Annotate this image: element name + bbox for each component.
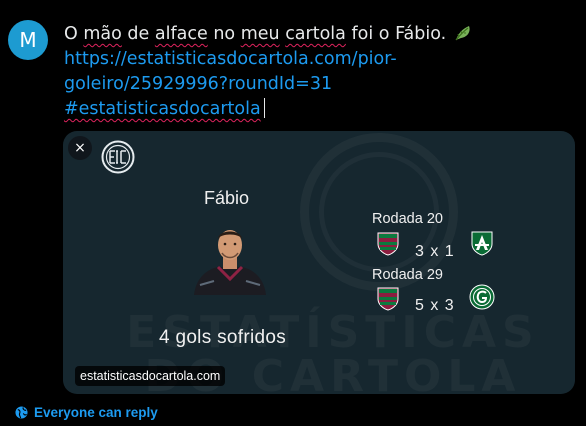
round-label: Rodada 20 — [372, 211, 443, 227]
word: alface — [154, 24, 208, 44]
word: foi — [351, 24, 374, 44]
goals-conceded: 4 gols sofridos — [159, 327, 287, 348]
match-score: 5 x 3 — [415, 297, 455, 314]
america-mg-badge-icon — [471, 231, 493, 256]
player-photo — [194, 230, 266, 295]
word: O — [64, 24, 78, 44]
word: cartola — [285, 24, 346, 44]
goias-badge-icon — [469, 284, 495, 310]
word: mão — [83, 24, 122, 44]
word: Fábio. — [395, 24, 447, 44]
fluminense-badge-icon — [377, 232, 399, 256]
player-name: Fábio — [204, 188, 250, 208]
user-avatar[interactable]: M — [8, 20, 48, 60]
match-score: 3 x 1 — [415, 243, 455, 260]
link-preview-card[interactable]: ESTATÍSTICASDO CARTOLA × Fábio 4 gols so… — [63, 131, 575, 394]
close-icon[interactable]: × — [68, 136, 92, 160]
lettuce-icon — [455, 26, 470, 41]
word: de — [127, 24, 150, 44]
globe-icon — [15, 406, 28, 419]
word: no — [213, 24, 236, 44]
fluminense-badge-icon — [377, 287, 399, 311]
site-logo-icon — [101, 140, 135, 174]
tweet-link[interactable]: https://estatisticasdocartola.com/pior-g… — [64, 49, 397, 94]
reply-settings-label: Everyone can reply — [34, 405, 158, 420]
reply-settings-button[interactable]: Everyone can reply — [15, 405, 158, 420]
hashtag[interactable]: #estatisticasdocartola — [64, 99, 261, 119]
word: o — [378, 24, 390, 44]
tweet-compose-text[interactable]: O mão de alface no meu cartola foi o Fáb… — [64, 22, 514, 122]
text-cursor — [263, 98, 265, 118]
card-domain-label[interactable]: estatisticasdocartola.com — [75, 366, 226, 386]
round-label: Rodada 29 — [372, 267, 443, 283]
word: meu — [240, 24, 280, 44]
